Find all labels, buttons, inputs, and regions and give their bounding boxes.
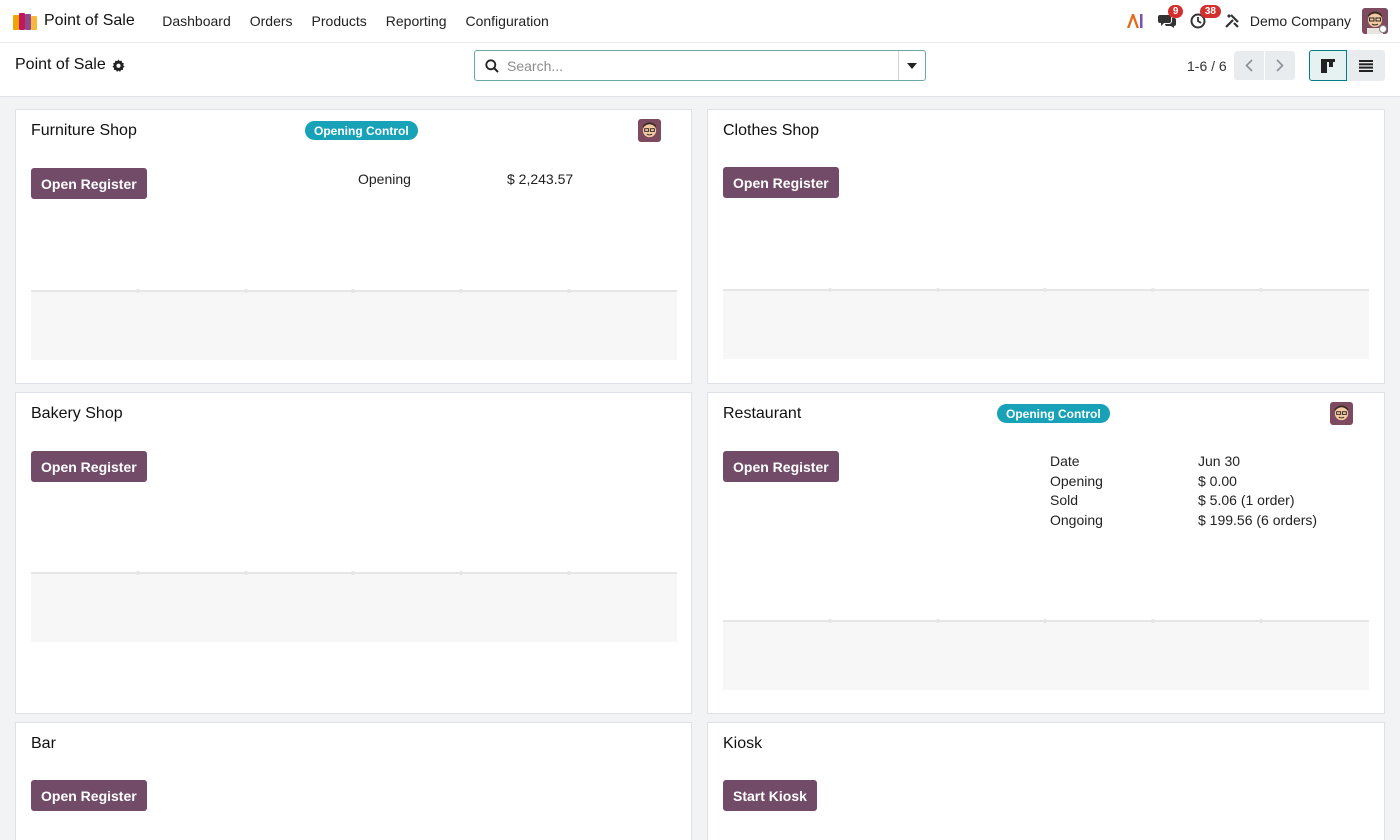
graph-point bbox=[567, 571, 571, 575]
menu-item-orders[interactable]: Orders bbox=[240, 13, 302, 29]
stat-value-sold[interactable]: $ 5.06 (1 order) bbox=[1198, 490, 1295, 510]
list-view-button[interactable] bbox=[1347, 50, 1385, 81]
activities-clock-icon[interactable]: 38 bbox=[1190, 5, 1221, 29]
kanban-view-button[interactable] bbox=[1309, 50, 1347, 81]
sales-graph bbox=[723, 288, 1369, 359]
open-register-button[interactable]: Open Register bbox=[723, 451, 839, 482]
messages-badge: 9 bbox=[1167, 5, 1184, 18]
status-badge: Opening Control bbox=[305, 121, 418, 140]
navbar-systray: 9 38 Demo Company bbox=[1112, 5, 1388, 34]
menu-item-reporting[interactable]: Reporting bbox=[376, 13, 456, 29]
graph-point bbox=[1259, 288, 1263, 292]
graph-point bbox=[244, 289, 248, 293]
breadcrumb: Point of Sale bbox=[15, 56, 125, 74]
stat-value-opening: $ 2,243.57 bbox=[507, 171, 574, 187]
menu-item-configuration[interactable]: Configuration bbox=[456, 13, 558, 29]
sales-graph bbox=[723, 619, 1369, 690]
pos-card-bar: Bar Open Register bbox=[15, 722, 692, 840]
pager-value[interactable]: 1-6 / 6 bbox=[1187, 58, 1227, 74]
app-name[interactable]: Point of Sale bbox=[44, 12, 135, 30]
pos-card-clothes-shop: Clothes Shop Open Register bbox=[707, 109, 1385, 384]
responsible-avatar bbox=[638, 119, 661, 142]
control-panel: Point of Sale 1-6 / 6 bbox=[0, 43, 1400, 97]
page-title: Point of Sale bbox=[15, 56, 106, 73]
graph-point bbox=[1043, 619, 1047, 623]
pos-card-restaurant: Restaurant Opening Control Open Register… bbox=[707, 392, 1385, 714]
search-options-toggle[interactable] bbox=[898, 51, 925, 80]
graph-point bbox=[136, 571, 140, 575]
card-title[interactable]: Bar bbox=[31, 735, 56, 753]
open-register-button[interactable]: Open Register bbox=[723, 167, 839, 198]
ai-icon[interactable] bbox=[1126, 13, 1144, 29]
open-register-button[interactable]: Open Register bbox=[31, 451, 147, 482]
graph-point bbox=[936, 288, 940, 292]
pos-card-kiosk: Kiosk Start Kiosk bbox=[707, 722, 1385, 840]
top-navbar: Point of Sale Dashboard Orders Products … bbox=[0, 0, 1400, 43]
stat-label-sold: Sold bbox=[1050, 492, 1079, 508]
graph-point bbox=[351, 289, 355, 293]
search-bar bbox=[474, 50, 926, 81]
search-input[interactable] bbox=[507, 51, 898, 80]
company-switcher[interactable]: Demo Company bbox=[1250, 13, 1351, 29]
stat-value-ongoing[interactable]: $ 199.56 (6 orders) bbox=[1198, 510, 1317, 530]
activities-badge: 38 bbox=[1199, 5, 1221, 18]
chevron-left-icon bbox=[1245, 59, 1253, 72]
responsible-avatar bbox=[1330, 402, 1353, 425]
open-register-button[interactable]: Open Register bbox=[31, 168, 147, 199]
messages-icon[interactable]: 9 bbox=[1157, 5, 1184, 29]
card-title[interactable]: Furniture Shop bbox=[31, 122, 137, 140]
menu-item-dashboard[interactable]: Dashboard bbox=[153, 13, 241, 29]
pos-card-bakery-shop: Bakery Shop Open Register bbox=[15, 392, 692, 714]
menu-item-products[interactable]: Products bbox=[302, 13, 376, 29]
pager-previous-button[interactable] bbox=[1234, 51, 1264, 80]
sales-graph bbox=[31, 571, 677, 642]
stat-value-date: Jun 30 bbox=[1198, 453, 1241, 469]
graph-point bbox=[351, 571, 355, 575]
search-icon bbox=[485, 58, 499, 73]
graph-point bbox=[1151, 288, 1155, 292]
stat-label-opening: Opening bbox=[1050, 473, 1103, 489]
open-register-button[interactable]: Open Register bbox=[31, 780, 147, 811]
debug-tools-icon[interactable] bbox=[1224, 13, 1240, 29]
graph-point bbox=[459, 289, 463, 293]
chevron-right-icon bbox=[1276, 59, 1284, 72]
pos-card-furniture-shop: Furniture Shop Opening Control Open Regi… bbox=[15, 109, 692, 384]
kanban-icon bbox=[1321, 58, 1335, 73]
graph-point bbox=[828, 619, 832, 623]
pager-next-button[interactable] bbox=[1265, 51, 1295, 80]
graph-point bbox=[136, 289, 140, 293]
card-title[interactable]: Bakery Shop bbox=[31, 405, 123, 423]
stat-label-date: Date bbox=[1050, 453, 1080, 469]
graph-point bbox=[567, 289, 571, 293]
graph-point bbox=[828, 288, 832, 292]
card-title[interactable]: Kiosk bbox=[723, 735, 762, 753]
status-badge: Opening Control bbox=[997, 404, 1110, 423]
gear-icon[interactable] bbox=[112, 58, 125, 72]
graph-point bbox=[1259, 619, 1263, 623]
start-kiosk-button[interactable]: Start Kiosk bbox=[723, 780, 817, 811]
graph-point bbox=[459, 571, 463, 575]
pos-app-icon[interactable] bbox=[12, 11, 38, 31]
stat-value-opening: $ 0.00 bbox=[1198, 473, 1237, 489]
stat-label-opening: Opening bbox=[358, 171, 411, 187]
graph-point bbox=[936, 619, 940, 623]
graph-point bbox=[1151, 619, 1155, 623]
user-avatar[interactable] bbox=[1362, 8, 1388, 34]
graph-point bbox=[244, 571, 248, 575]
main-menu: Dashboard Orders Products Reporting Conf… bbox=[153, 13, 559, 29]
sales-graph bbox=[31, 289, 677, 360]
card-title[interactable]: Clothes Shop bbox=[723, 122, 819, 140]
graph-point bbox=[1043, 288, 1047, 292]
stat-label-ongoing: Ongoing bbox=[1050, 512, 1103, 528]
list-icon bbox=[1359, 59, 1373, 72]
card-title[interactable]: Restaurant bbox=[723, 405, 801, 423]
